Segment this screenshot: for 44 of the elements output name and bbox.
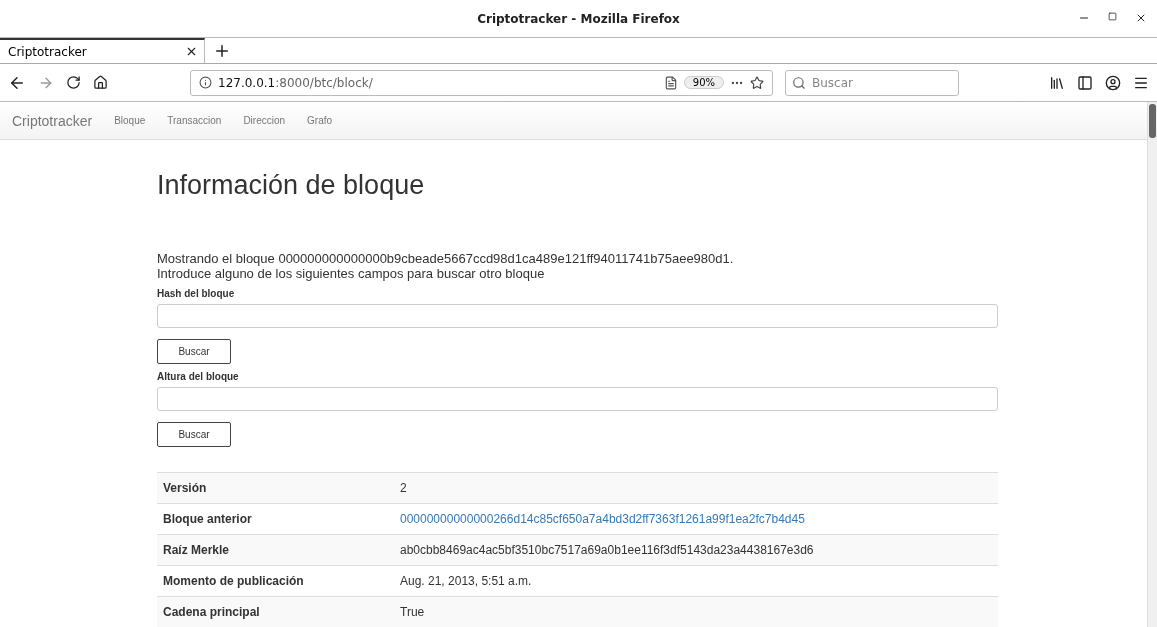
nav-link[interactable]: Bloque	[114, 115, 146, 126]
brand-link[interactable]: Criptotracker	[12, 112, 93, 129]
maximize-icon[interactable]	[1108, 12, 1117, 21]
page-title: Información de bloque	[157, 170, 426, 201]
address-bar[interactable]: 127.0.0.1:8000/btc/block/ 90%	[190, 69, 773, 96]
sidebar-icon[interactable]	[1077, 74, 1093, 91]
row-label: Bloque anterior	[162, 512, 253, 526]
row-label: Momento de publicación	[162, 574, 305, 588]
nav-link[interactable]: Direccion	[243, 115, 286, 126]
home-icon[interactable]	[93, 75, 108, 90]
input-field[interactable]	[157, 304, 998, 328]
search-button[interactable]: Buscar	[157, 339, 231, 364]
nav-link[interactable]: Transaccion	[167, 115, 222, 126]
library-icon[interactable]	[1049, 74, 1065, 91]
field-label: Hash del bloque	[157, 288, 236, 299]
zoom-badge[interactable]: 90%	[683, 76, 724, 89]
row-label: Cadena principal	[162, 605, 261, 619]
search-field[interactable]: Buscar	[785, 69, 959, 96]
info-icon[interactable]	[199, 76, 212, 89]
search-icon	[792, 75, 806, 90]
row-value: Aug. 21, 2013, 5:51 a.m.	[400, 574, 532, 588]
row-value: 2	[400, 481, 407, 495]
window-title: Criptotracker - Mozilla Firefox	[477, 11, 680, 26]
row-value: True	[400, 605, 425, 619]
reader-icon[interactable]	[663, 75, 678, 90]
url-path: :8000/btc/block/	[275, 75, 374, 90]
account-icon[interactable]	[1105, 74, 1121, 91]
star-icon[interactable]	[750, 75, 764, 90]
close-icon[interactable]	[185, 45, 198, 58]
hash-link[interactable]: 00000000000000266d14c85cf650a7a4bd3d2ff7363f1261a99f1ea2fc7b4d45	[400, 512, 805, 526]
close-icon[interactable]	[1135, 12, 1147, 24]
reload-icon[interactable]	[66, 75, 81, 90]
row-label: Versión	[162, 481, 208, 495]
url-host: 127.0.0.1	[218, 75, 276, 90]
field-label: Altura del bloque	[157, 371, 240, 382]
row-value: ab0cbb8469ac4ac5bf3510bc7517a69a0b1ee116f3df5143da23a4438167e3d6	[400, 543, 814, 557]
scrollbar[interactable]	[1147, 102, 1157, 627]
row-label: Raíz Merkle	[162, 543, 231, 557]
intro-text: Mostrando el bloque 000000000000000b9cbeade5667ccd98d1ca489e121ff94011741b75aee980d1.	[157, 251, 735, 266]
nav-link[interactable]: Grafo	[307, 115, 333, 126]
input-field[interactable]	[157, 387, 998, 411]
browser-tab[interactable]: Criptotracker	[0, 38, 205, 63]
search-button[interactable]: Buscar	[157, 422, 231, 447]
intro-text: Introduce alguno de los siguientes campos para buscar otro bloque	[157, 266, 546, 281]
